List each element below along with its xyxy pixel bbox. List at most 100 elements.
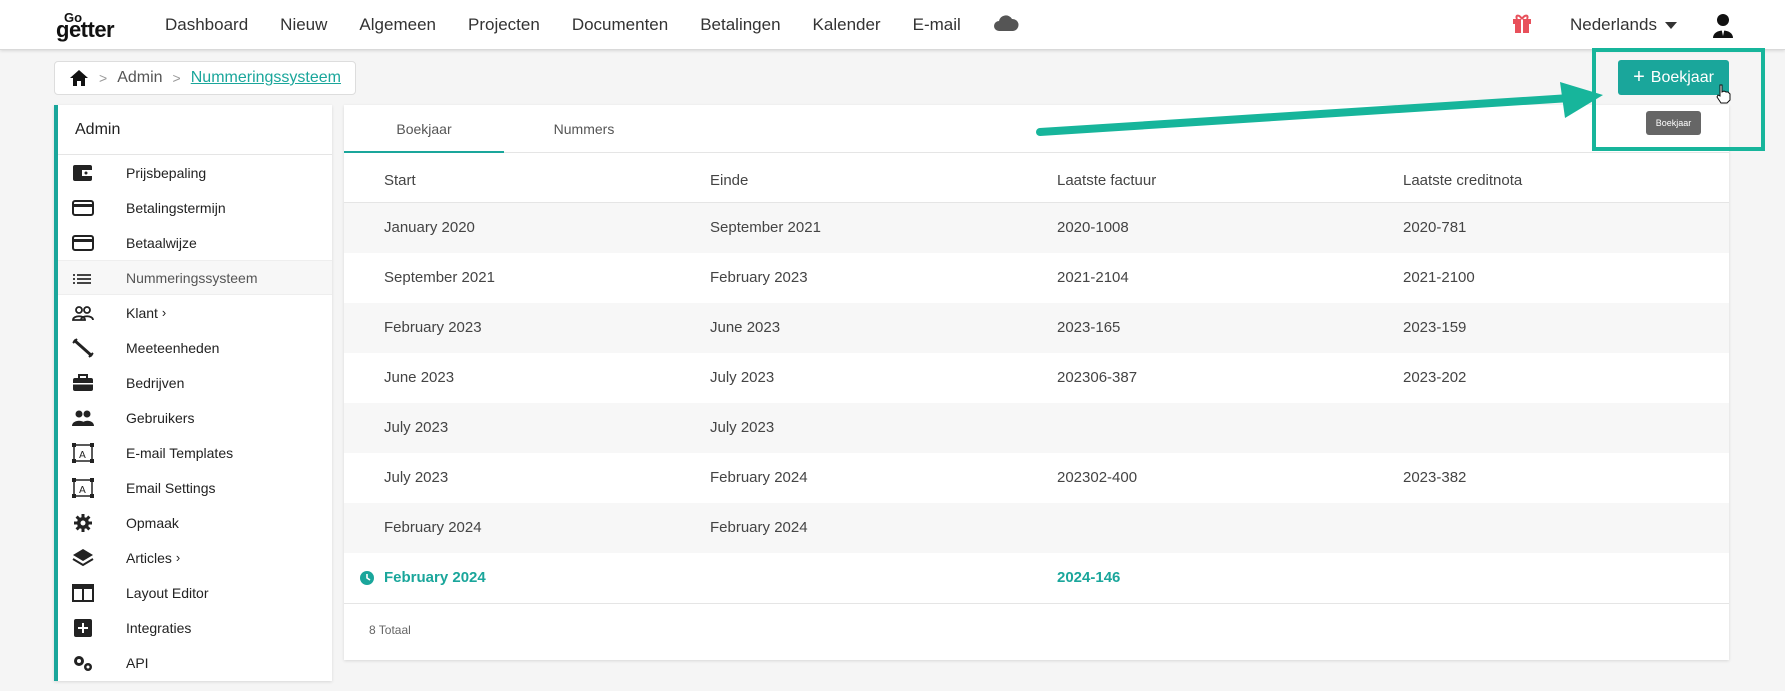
- tab-nummers[interactable]: Nummers: [504, 105, 664, 152]
- customers-icon: [72, 306, 94, 321]
- table-row[interactable]: June 2023 July 2023 202306-387 2023-202: [344, 353, 1729, 403]
- table-header: Start Einde Laatste factuur Laatste cred…: [344, 153, 1729, 203]
- sidebar-item-klant[interactable]: Klant ›: [58, 295, 332, 330]
- sidebar-item-layout-editor[interactable]: Layout Editor: [58, 575, 332, 610]
- sidebar-item-email-settings[interactable]: A Email Settings: [58, 470, 332, 505]
- cell-laatste-creditnota: 2023-159: [1403, 319, 1467, 336]
- add-boekjaar-button[interactable]: + Boekjaar: [1618, 60, 1729, 95]
- column-header-einde[interactable]: Einde: [710, 172, 748, 189]
- sidebar-item-gebruikers[interactable]: Gebruikers: [58, 400, 332, 435]
- gear-icon: [74, 514, 92, 532]
- table-row[interactable]: January 2020 September 2021 2020-1008 20…: [344, 203, 1729, 253]
- home-icon[interactable]: [69, 69, 89, 87]
- cell-einde: July 2023: [710, 369, 775, 386]
- sidebar-item-bedrijven[interactable]: Bedrijven: [58, 365, 332, 400]
- cell-start: July 2023: [384, 469, 449, 486]
- top-navigation-bar: Go getter Dashboard Nieuw Algemeen Proje…: [0, 0, 1785, 50]
- breadcrumb-nummeringssysteem[interactable]: Nummeringssysteem: [191, 69, 341, 87]
- plus-icon: +: [1633, 65, 1645, 88]
- sidebar-item-label: Opmaak: [126, 514, 179, 531]
- cell-einde: June 2023: [710, 319, 781, 336]
- cell-einde: July 2023: [710, 419, 775, 436]
- table-footer: 8 Totaal: [344, 603, 1729, 653]
- cell-start: February 2024: [384, 519, 482, 536]
- language-selector[interactable]: Nederlands: [1570, 15, 1677, 35]
- cell-laatste-factuur: 2021-2104: [1057, 269, 1129, 286]
- boekjaar-card: Boekjaar Nummers Start Einde Laatste fac…: [344, 105, 1729, 660]
- cell-start: July 2023: [384, 419, 449, 436]
- nav-nieuw[interactable]: Nieuw: [280, 15, 327, 35]
- template-icon: A: [72, 443, 94, 463]
- gogetter-logo[interactable]: Go getter: [56, 10, 134, 42]
- sidebar-item-betaalwijze[interactable]: Betaalwijze: [58, 225, 332, 260]
- sidebar-item-email-templates[interactable]: A E-mail Templates: [58, 435, 332, 470]
- breadcrumb-admin[interactable]: Admin: [117, 69, 162, 87]
- cell-laatste-factuur: 202302-400: [1057, 469, 1138, 486]
- sidebar-item-betalingstermijn[interactable]: Betalingstermijn: [58, 190, 332, 225]
- clock-icon: [360, 571, 374, 585]
- cell-laatste-factuur: 2020-1008: [1057, 219, 1129, 236]
- table-row-current[interactable]: February 2024 2024-146: [344, 553, 1729, 603]
- credit-card-icon: [72, 200, 94, 216]
- column-header-laatste-creditnota[interactable]: Laatste creditnota: [1403, 172, 1522, 189]
- cell-laatste-creditnota: 2021-2100: [1403, 269, 1475, 286]
- wallet-icon: [73, 165, 93, 181]
- column-header-start[interactable]: Start: [384, 172, 416, 189]
- sidebar-item-nummeringssysteem[interactable]: Nummeringssysteem: [58, 260, 332, 295]
- credit-card-icon: [72, 235, 94, 251]
- caret-down-icon: [1664, 21, 1677, 29]
- sidebar-item-label: Nummeringssysteem: [126, 269, 258, 286]
- nav-dashboard[interactable]: Dashboard: [165, 15, 248, 35]
- sidebar-item-prijsbepaling[interactable]: Prijsbepaling: [58, 155, 332, 190]
- gears-icon: [74, 656, 92, 671]
- cloud-icon[interactable]: [993, 13, 1019, 33]
- breadcrumb: > Admin > Nummeringssysteem: [54, 61, 356, 95]
- sidebar-item-articles[interactable]: Articles ›: [58, 540, 332, 575]
- nav-projecten[interactable]: Projecten: [468, 15, 540, 35]
- sidebar-item-meeteenheden[interactable]: Meeteenheden: [58, 330, 332, 365]
- sidebar-item-label: Betaalwijze: [126, 234, 197, 251]
- nav-kalender[interactable]: Kalender: [813, 15, 881, 35]
- tab-boekjaar[interactable]: Boekjaar: [344, 105, 504, 153]
- nav-algemeen[interactable]: Algemeen: [359, 15, 436, 35]
- sidebar-item-label: Layout Editor: [126, 584, 209, 601]
- list-icon: [73, 274, 91, 284]
- nav-betalingen[interactable]: Betalingen: [700, 15, 780, 35]
- cell-start: February 2024: [384, 569, 486, 586]
- table-row[interactable]: July 2023 February 2024 202302-400 2023-…: [344, 453, 1729, 503]
- table-row[interactable]: February 2024 February 2024: [344, 503, 1729, 553]
- column-header-laatste-factuur[interactable]: Laatste factuur: [1057, 172, 1156, 189]
- chevron-right-icon: ›: [175, 550, 181, 565]
- cell-laatste-factuur: 2023-165: [1057, 319, 1121, 336]
- cell-laatste-creditnota: 2020-781: [1403, 219, 1467, 236]
- cell-einde: September 2021: [710, 219, 821, 236]
- sidebar-item-label: Meeteenheden: [126, 339, 220, 356]
- add-boekjaar-tooltip: Boekjaar: [1646, 111, 1701, 135]
- table-row[interactable]: February 2023 June 2023 2023-165 2023-15…: [344, 303, 1729, 353]
- template-icon: A: [72, 478, 94, 498]
- main-nav: Dashboard Nieuw Algemeen Projecten Docum…: [165, 0, 993, 50]
- language-label: Nederlands: [1570, 15, 1657, 34]
- cell-einde: February 2024: [710, 469, 808, 486]
- table-row[interactable]: July 2023 July 2023: [344, 403, 1729, 453]
- annotation-arrow: [1036, 82, 1603, 136]
- sidebar-item-opmaak[interactable]: Opmaak: [58, 505, 332, 540]
- ruler-icon: [72, 338, 94, 358]
- total-count: 8 Totaal: [369, 623, 411, 637]
- breadcrumb-separator: >: [172, 70, 181, 86]
- sidebar-item-api[interactable]: API: [58, 645, 332, 680]
- sidebar-item-label: API: [126, 654, 149, 671]
- briefcase-icon: [73, 374, 93, 391]
- table-row[interactable]: September 2021 February 2023 2021-2104 2…: [344, 253, 1729, 303]
- sidebar-item-label: Integraties: [126, 619, 192, 636]
- sidebar-item-integraties[interactable]: Integraties: [58, 610, 332, 645]
- chevron-right-icon: ›: [161, 305, 167, 320]
- layers-icon: [72, 549, 94, 567]
- cell-start: June 2023: [384, 369, 455, 386]
- user-icon[interactable]: [1712, 12, 1734, 38]
- gift-icon[interactable]: [1511, 12, 1533, 34]
- nav-email[interactable]: E-mail: [913, 15, 961, 35]
- admin-sidebar: Admin Prijsbepaling Betalingstermijn Bet…: [54, 105, 332, 681]
- nav-documenten[interactable]: Documenten: [572, 15, 668, 35]
- cell-einde: February 2024: [710, 519, 808, 536]
